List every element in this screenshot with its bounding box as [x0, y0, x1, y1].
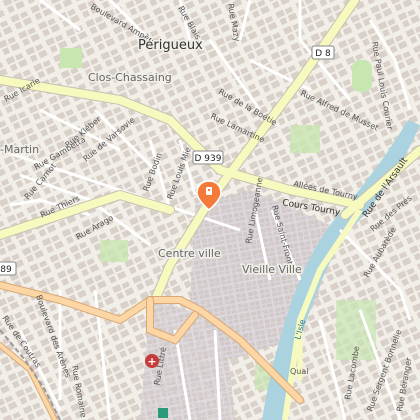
street-label: Quai — [290, 367, 309, 376]
svg-text:D 8: D 8 — [315, 49, 331, 59]
park-arenes — [100, 240, 128, 262]
hospital-icon[interactable]: + — [145, 354, 159, 368]
road-shield-d939: D 939 — [192, 150, 224, 165]
city-label: Périgueux — [138, 38, 203, 53]
district-label: Clos-Chassaing — [88, 71, 172, 84]
road-shield-89: 89 — [0, 261, 17, 276]
svg-text:+: + — [147, 355, 156, 368]
svg-text:89: 89 — [0, 265, 12, 275]
park-north — [60, 48, 82, 68]
park-east — [290, 125, 320, 153]
svg-text:D 939: D 939 — [195, 154, 222, 164]
district-label: Centre ville — [158, 247, 221, 260]
map-view[interactable]: D 8 D 939 89 Boulevard Ampère Rue Blais … — [0, 0, 420, 420]
district-label: -Martin — [0, 143, 39, 156]
map-canvas[interactable]: D 8 D 939 89 Boulevard Ampère Rue Blais … — [0, 0, 420, 420]
district-label: Vieille Ville — [242, 263, 302, 276]
road-shield-d8: D 8 — [311, 45, 335, 60]
poi-icon[interactable] — [158, 408, 168, 418]
park-stadium — [352, 60, 372, 92]
